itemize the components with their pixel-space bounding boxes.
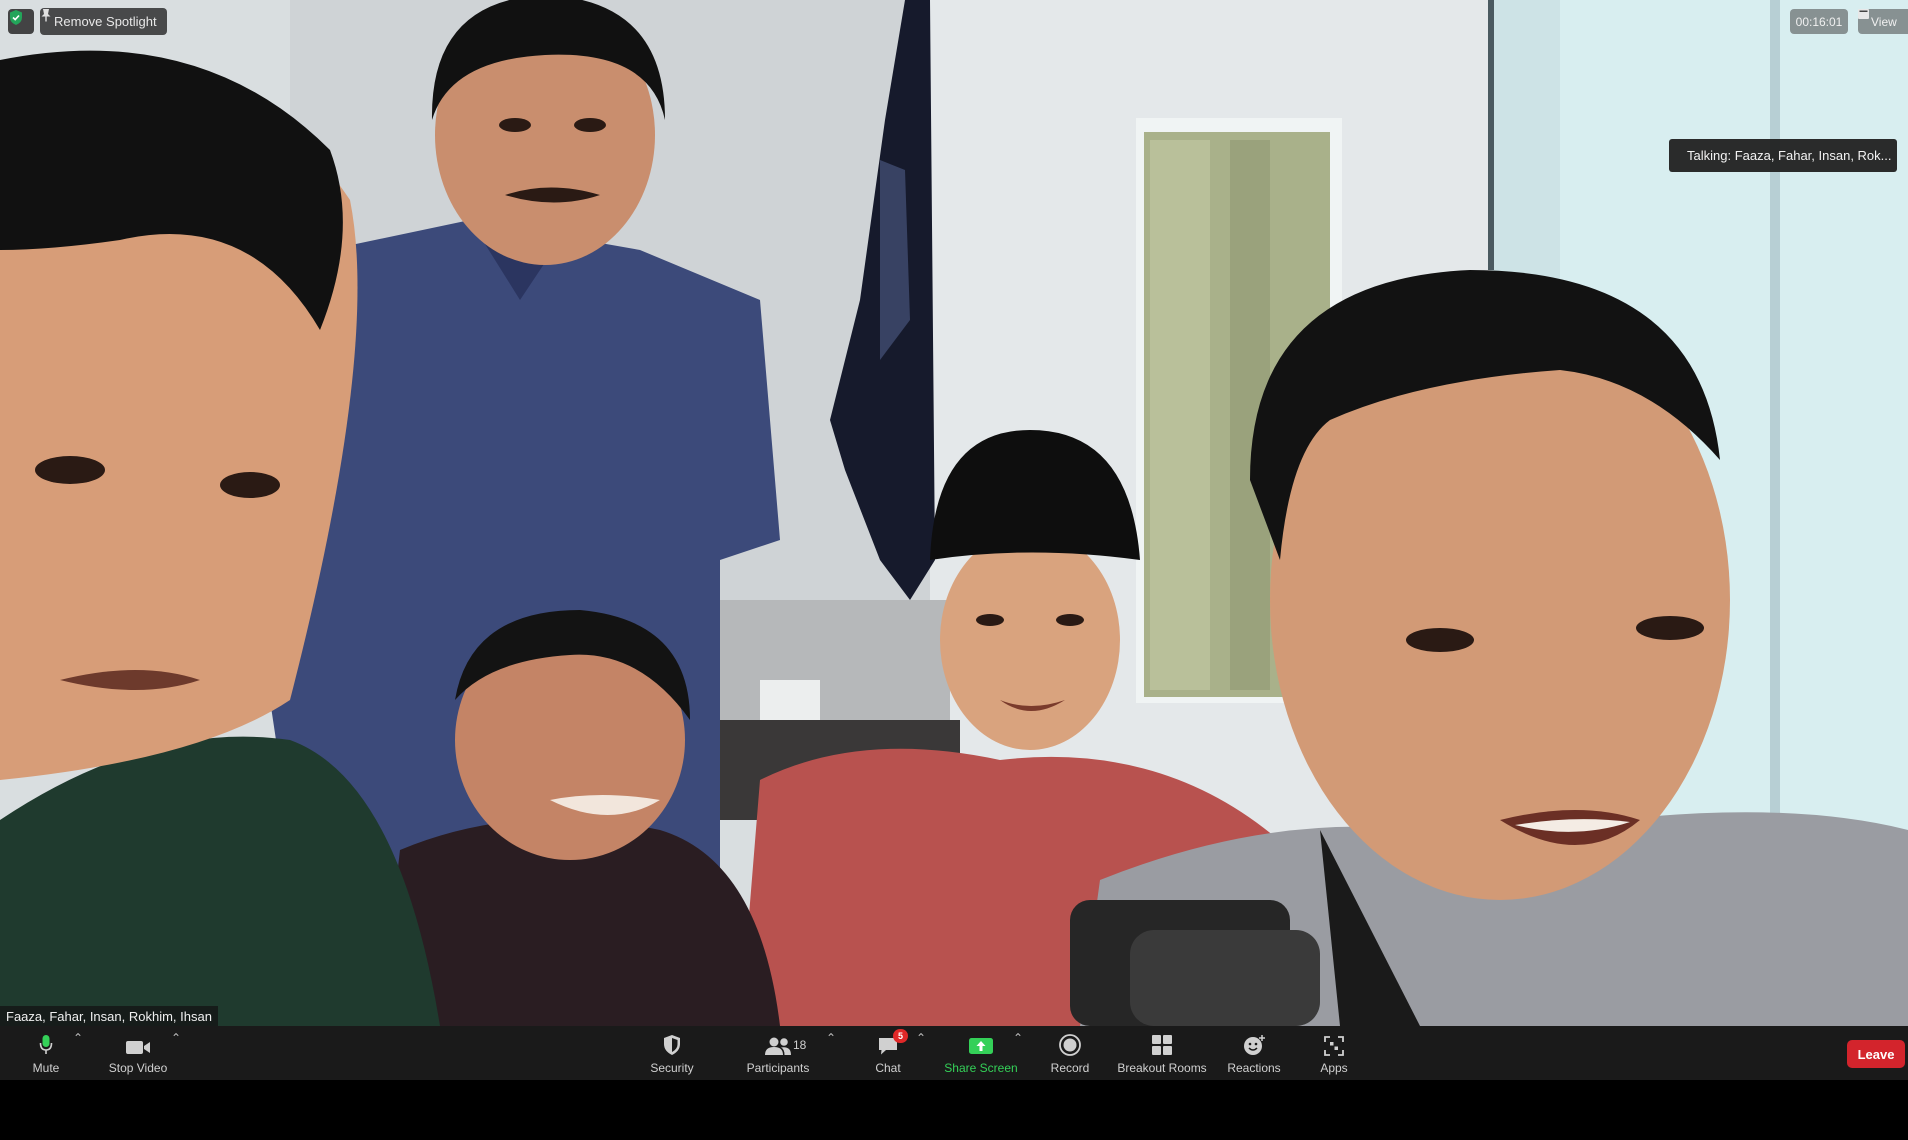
participants-button[interactable]: 18 Participants: [746, 1026, 810, 1080]
chat-bubble-icon: 5: [877, 1026, 908, 1056]
share-screen-label: Share Screen: [944, 1061, 1018, 1075]
meeting-timer: 00:16:01: [1790, 9, 1848, 34]
participants-options-caret[interactable]: ⌃: [826, 1031, 836, 1045]
bottom-blank-area: [0, 1080, 1908, 1140]
record-icon: [1059, 1026, 1081, 1056]
meeting-toolbar: Mute ⌃ Stop Video ⌃ Security 18 Particip…: [0, 1026, 1908, 1080]
share-screen-button[interactable]: Share Screen: [944, 1026, 1018, 1080]
talking-indicator: Talking: Faaza, Fahar, Insan, Rok...: [1669, 139, 1897, 172]
apps-button[interactable]: Apps: [1318, 1026, 1350, 1080]
chat-label: Chat: [875, 1061, 901, 1075]
reactions-button[interactable]: Reactions: [1226, 1026, 1282, 1080]
security-button[interactable]: Security: [648, 1026, 696, 1080]
share-options-caret[interactable]: ⌃: [1013, 1031, 1023, 1045]
security-shield-icon: [662, 1026, 682, 1056]
chat-options-caret[interactable]: ⌃: [916, 1031, 926, 1045]
chat-unread-badge: 5: [893, 1029, 908, 1043]
breakout-rooms-icon: [1151, 1026, 1173, 1056]
apps-icon: [1324, 1026, 1344, 1056]
breakout-rooms-button[interactable]: Breakout Rooms: [1117, 1026, 1207, 1080]
view-button[interactable]: View: [1858, 9, 1908, 34]
chat-button[interactable]: 5 Chat: [872, 1026, 908, 1080]
mute-label: Mute: [32, 1061, 60, 1075]
security-status-button[interactable]: [8, 9, 34, 34]
stop-video-label: Stop Video: [108, 1061, 168, 1075]
breakout-rooms-label: Breakout Rooms: [1117, 1061, 1207, 1075]
view-label: View: [1871, 14, 1897, 29]
video-options-caret[interactable]: ⌃: [171, 1031, 181, 1045]
record-button[interactable]: Record: [1050, 1026, 1090, 1080]
stop-video-button[interactable]: Stop Video: [105, 1026, 171, 1080]
share-screen-icon: [968, 1026, 994, 1056]
security-label: Security: [650, 1061, 694, 1075]
video-feed: Remove Spotlight 00:16:01 View Talking: …: [0, 0, 1908, 1026]
participants-count: 18: [793, 1038, 807, 1052]
leave-button[interactable]: Leave: [1847, 1040, 1905, 1068]
apps-label: Apps: [1320, 1061, 1348, 1075]
record-label: Record: [1050, 1061, 1090, 1075]
reactions-icon: [1242, 1026, 1266, 1056]
reactions-label: Reactions: [1227, 1061, 1281, 1075]
video-camera-icon: [125, 1026, 151, 1056]
mute-button[interactable]: Mute: [26, 1026, 66, 1080]
remove-spotlight-label: Remove Spotlight: [54, 14, 157, 29]
microphone-icon: [39, 1026, 53, 1056]
remove-spotlight-button[interactable]: Remove Spotlight: [40, 8, 167, 35]
audio-options-caret[interactable]: ⌃: [73, 1031, 83, 1045]
participant-name-tag: Faaza, Fahar, Insan, Rokhim, Ihsan: [0, 1006, 218, 1026]
video-scene: [0, 0, 1908, 1026]
zoom-meeting-window: Remove Spotlight 00:16:01 View Talking: …: [0, 0, 1908, 1140]
participants-label: Participants: [746, 1061, 810, 1075]
